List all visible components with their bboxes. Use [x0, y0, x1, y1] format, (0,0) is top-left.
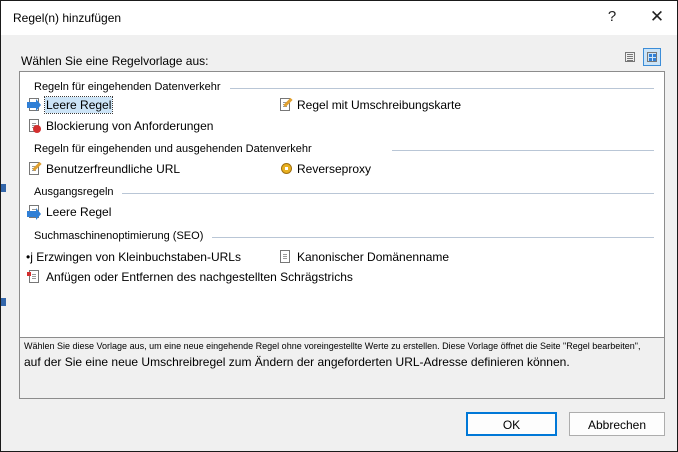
background-window-edge	[1, 184, 6, 192]
ok-button[interactable]: OK	[466, 412, 557, 436]
group-divider	[230, 88, 654, 89]
template-label: Blockierung von Anforderungen	[46, 119, 214, 133]
dialog-title: Regel(n) hinzufügen	[13, 11, 122, 25]
template-rewrite-map-rule[interactable]: Regel mit Umschreibungskarte	[278, 96, 462, 114]
group-title-inbound-outbound: Regeln für eingehenden und ausgehenden D…	[34, 143, 312, 155]
group-divider	[392, 150, 654, 151]
template-enforce-lowercase-urls[interactable]: •j Erzwingen von Kleinbuchstaben-URLs	[25, 248, 242, 266]
canonical-domain-icon	[278, 250, 292, 264]
template-label: Kanonischer Domänenname	[297, 250, 450, 264]
add-rules-dialog: Regel(n) hinzufügen ? ✕ Wählen Sie eine …	[0, 0, 678, 452]
template-canonical-domain[interactable]: Kanonischer Domänenname	[278, 248, 450, 266]
template-description: Wählen Sie diese Vorlage aus, um eine ne…	[19, 338, 665, 399]
template-reverse-proxy[interactable]: Reverseproxy	[278, 160, 372, 178]
group-title-inbound: Regeln für eingehenden Datenverkehr	[34, 81, 221, 93]
group-divider	[212, 237, 654, 238]
template-label: Benutzerfreundliche URL	[46, 162, 181, 176]
template-prompt: Wählen Sie eine Regelvorlage aus:	[21, 54, 209, 68]
large-icons-view-icon	[647, 52, 657, 62]
group-title-outbound: Ausgangsregeln	[34, 186, 114, 198]
template-friendly-url[interactable]: Benutzerfreundliche URL	[27, 160, 181, 178]
description-line-1: Wählen Sie diese Vorlage aus, um eine ne…	[24, 341, 641, 351]
description-line-2: auf der Sie eine neue Umschreibregel zum…	[24, 355, 570, 369]
template-label: •j Erzwingen von Kleinbuchstaben-URLs	[26, 250, 241, 264]
template-label: Anfügen oder Entfernen des nachgestellte…	[46, 270, 353, 284]
large-icons-view-button[interactable]	[643, 48, 661, 66]
close-button[interactable]: ✕	[643, 5, 671, 29]
friendly-url-icon	[27, 161, 42, 176]
list-view-icon	[625, 52, 635, 62]
trailing-slash-icon	[27, 270, 41, 284]
outbound-rule-icon	[27, 205, 41, 220]
background-window-edge	[1, 298, 6, 306]
inbound-rule-icon	[27, 98, 41, 112]
title-bar: Regel(n) hinzufügen ? ✕	[1, 1, 677, 35]
group-title-seo: Suchmaschinenoptimierung (SEO)	[34, 230, 204, 242]
group-divider	[122, 193, 654, 194]
reverse-proxy-icon	[278, 162, 292, 176]
template-trailing-slash[interactable]: Anfügen oder Entfernen des nachgestellte…	[27, 268, 354, 286]
template-blank-inbound-rule[interactable]: Leere Regel	[27, 96, 114, 114]
template-label: Leere Regel	[46, 205, 112, 219]
template-blank-outbound-rule[interactable]: Leere Regel	[27, 203, 112, 221]
list-view-button[interactable]	[621, 48, 639, 66]
template-label: Leere Regel	[43, 96, 114, 114]
help-button[interactable]: ?	[598, 5, 626, 29]
template-label: Reverseproxy	[297, 162, 372, 176]
cancel-button[interactable]: Abbrechen	[569, 412, 665, 436]
rewrite-map-icon	[278, 97, 293, 112]
template-label: Regel mit Umschreibungskarte	[297, 98, 462, 112]
rule-template-list[interactable]: Regeln für eingehenden Datenverkehr Leer…	[19, 71, 665, 338]
block-request-icon	[27, 119, 41, 133]
template-request-blocking[interactable]: Blockierung von Anforderungen	[27, 117, 214, 135]
